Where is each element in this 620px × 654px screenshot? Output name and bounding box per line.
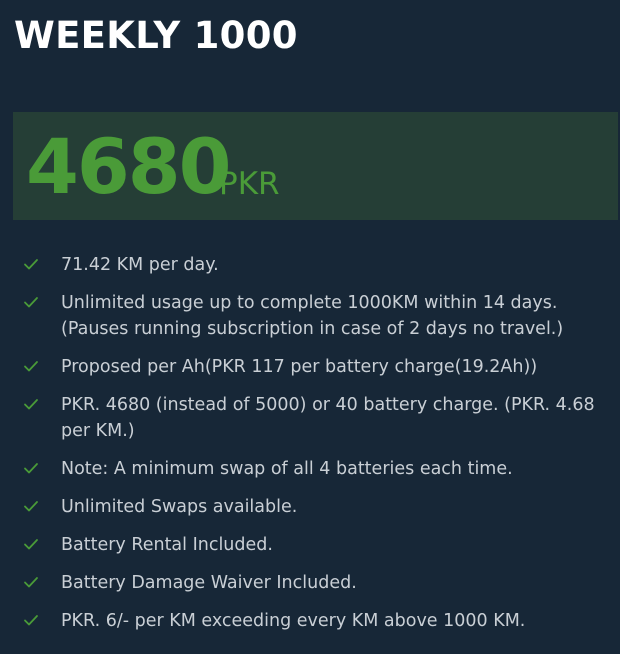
feature-text: Battery Damage Waiver Included. [61,573,357,593]
feature-item: Proposed per Ah(PKR 117 per battery char… [0,354,620,380]
feature-item: Note: A minimum swap of all 4 batteries … [0,456,620,482]
check-icon [22,497,40,515]
feature-item: PKR. 4680 (instead of 5000) or 40 batter… [0,392,620,444]
price-amount: 4680 [26,122,232,211]
check-icon [22,293,40,311]
check-icon [22,357,40,375]
feature-text: Note: A minimum swap of all 4 batteries … [61,459,513,479]
feature-text: Proposed per Ah(PKR 117 per battery char… [61,357,538,377]
feature-text: 71.42 KM per day. [61,255,219,275]
feature-item: Unlimited usage up to complete 1000KM wi… [0,290,620,342]
check-icon [22,459,40,477]
feature-item: PKR. 6/- per KM exceeding every KM above… [0,608,620,634]
feature-text: PKR. 4680 (instead of 5000) or 40 batter… [61,395,595,441]
feature-item: Battery Rental Included. [0,532,620,558]
check-icon [22,573,40,591]
feature-text: Unlimited Swaps available. [61,497,298,517]
price-panel: 4680 PKR [13,112,618,220]
check-icon [22,255,40,273]
feature-text: PKR. 6/- per KM exceeding every KM above… [61,611,526,631]
check-icon [22,611,40,629]
plan-title: WEEKLY 1000 [14,14,298,57]
check-icon [22,535,40,553]
feature-item: Battery Damage Waiver Included. [0,570,620,596]
feature-item: Unlimited Swaps available. [0,494,620,520]
feature-text: Battery Rental Included. [61,535,273,555]
feature-text: Unlimited usage up to complete 1000KM wi… [61,293,564,339]
feature-item: 71.42 KM per day. [0,252,620,278]
feature-list: 71.42 KM per day. Unlimited usage up to … [0,252,620,646]
check-icon [22,395,40,413]
price-currency: PKR [219,166,280,202]
